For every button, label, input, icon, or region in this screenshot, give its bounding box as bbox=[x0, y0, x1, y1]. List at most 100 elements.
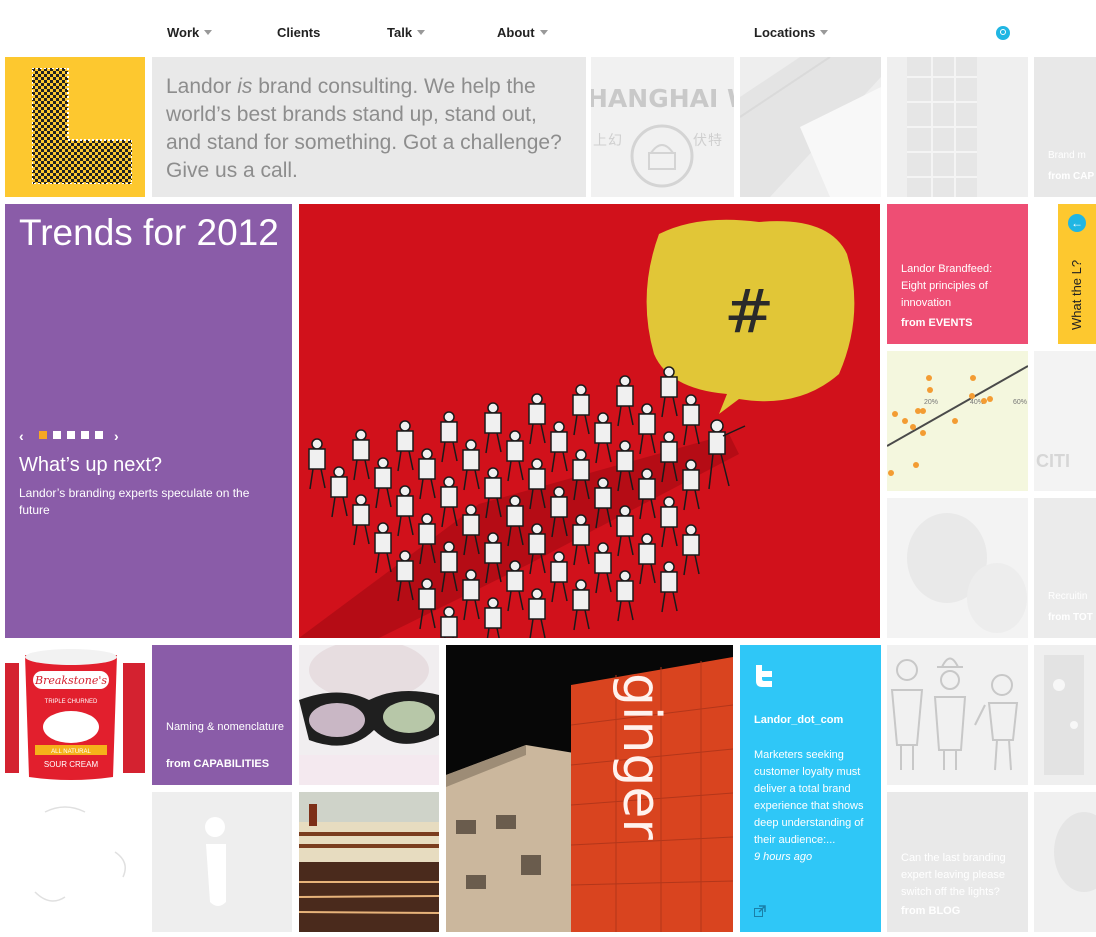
tick-label-20: 20% bbox=[924, 399, 938, 406]
monkey-photo-tile[interactable] bbox=[887, 498, 1028, 638]
bottle-sketch bbox=[34, 806, 126, 902]
monkey-photo bbox=[907, 513, 1027, 633]
landor-l-logo-icon bbox=[32, 68, 132, 184]
sour-cream-product-image: Breakstone's TRIPLE CHURNED ALL NATURAL … bbox=[5, 649, 145, 780]
nav-about[interactable]: About bbox=[497, 25, 548, 40]
chevron-down-icon bbox=[204, 30, 213, 35]
nav-clients[interactable]: Clients bbox=[277, 25, 320, 40]
shanghai-seal-icon bbox=[630, 124, 694, 188]
architecture-photo bbox=[740, 57, 881, 197]
shanghai-cn-right: 伏特 bbox=[693, 132, 723, 148]
far-tile-brand[interactable]: Brand m from CAP bbox=[1034, 57, 1096, 197]
breakstones-brand: Breakstone's bbox=[34, 674, 107, 687]
citi-tile[interactable]: CITI bbox=[1034, 351, 1096, 491]
hero-illustration[interactable]: # bbox=[299, 204, 880, 638]
boat-photo-tile[interactable] bbox=[299, 792, 439, 932]
what-the-l-label: What the L? bbox=[1069, 259, 1084, 330]
bottle-sketch-tile[interactable] bbox=[5, 792, 145, 932]
trends-heading: What’s up next? bbox=[19, 454, 163, 476]
boat-photo bbox=[299, 792, 439, 932]
naming-title: Naming & nomenclature bbox=[166, 721, 285, 733]
intro-tile: Landor is brand consulting. We help the … bbox=[152, 57, 586, 197]
info-i-tile[interactable] bbox=[152, 792, 292, 932]
arrow-left-icon: ← bbox=[1068, 214, 1086, 232]
event-title: Landor Brandfeed: Eight principles of in… bbox=[901, 263, 993, 309]
letter-i-icon bbox=[205, 817, 226, 906]
all-natural-label: ALL NATURAL bbox=[51, 749, 91, 755]
pager-dot-4[interactable] bbox=[81, 431, 89, 439]
landor-logo[interactable] bbox=[5, 57, 145, 197]
intro-text: Landor is brand consulting. We help the … bbox=[166, 73, 576, 185]
building-photo bbox=[907, 57, 977, 197]
far-tile-people[interactable] bbox=[1034, 645, 1096, 785]
shanghai-wordmark: HANGHAI WHIT bbox=[591, 84, 734, 113]
nav-locations-label: Locations bbox=[754, 25, 816, 40]
figures-illustration bbox=[890, 657, 1019, 771]
sour-cream-tile[interactable]: Breakstone's TRIPLE CHURNED ALL NATURAL … bbox=[5, 645, 145, 785]
scatter-chart-tile[interactable]: 20% 40% 60% bbox=[887, 351, 1028, 491]
crowd-figure bbox=[440, 606, 458, 638]
twitter-handle[interactable]: Landor_dot_com bbox=[754, 714, 843, 726]
intro-text-start: Landor bbox=[166, 75, 238, 98]
glasses-illustration bbox=[299, 645, 439, 785]
event-tile[interactable]: Landor Brandfeed: Eight principles of in… bbox=[887, 204, 1028, 344]
search-icon[interactable] bbox=[996, 26, 1010, 40]
twitter-tile[interactable]: Landor_dot_com Marketers seeking custome… bbox=[740, 645, 881, 932]
recruiting-source: from TOT bbox=[1048, 612, 1093, 623]
chevron-down-icon bbox=[539, 30, 548, 35]
scatter-chart: 20% 40% 60% bbox=[887, 365, 1028, 476]
hero-crowd-illustration: # bbox=[299, 204, 880, 638]
building-photo-tile[interactable] bbox=[887, 57, 1028, 197]
tweet-text: Marketers seeking customer loyalty must … bbox=[754, 749, 864, 846]
nav-locations[interactable]: Locations bbox=[754, 25, 829, 40]
chevron-down-icon bbox=[417, 30, 426, 35]
far-tile-brand-from: from CAP bbox=[1048, 171, 1095, 182]
blog-tile[interactable]: Can the last branding expert leaving ple… bbox=[887, 792, 1028, 932]
shanghai-cn-left: 上幻 bbox=[593, 132, 623, 148]
nav-about-label: About bbox=[497, 25, 535, 40]
nav-talk-label: Talk bbox=[387, 25, 413, 40]
blog-title: Can the last branding expert leaving ple… bbox=[901, 852, 1006, 898]
architecture-photo-tile[interactable] bbox=[740, 57, 881, 197]
external-link-icon[interactable] bbox=[754, 905, 766, 917]
recruiting-tile[interactable]: Recruitin from TOT bbox=[1034, 498, 1096, 638]
intro-text-emph: is bbox=[237, 75, 253, 98]
top-nav: Work Clients Talk About Locations bbox=[0, 0, 1096, 56]
chevron-right-icon[interactable]: › bbox=[114, 428, 119, 444]
pager-dot-5[interactable] bbox=[95, 431, 103, 439]
event-source: from EVENTS bbox=[901, 317, 973, 329]
chevron-down-icon bbox=[820, 30, 829, 35]
blog-source: from BLOG bbox=[901, 905, 961, 917]
scatter-points bbox=[888, 375, 993, 476]
tweet-timestamp: 9 hours ago bbox=[754, 851, 813, 863]
citi-wordmark: CITI bbox=[1036, 451, 1070, 471]
nav-work[interactable]: Work bbox=[167, 25, 213, 40]
far-tile-portrait-photo bbox=[1054, 812, 1096, 892]
nav-talk[interactable]: Talk bbox=[387, 25, 426, 40]
pager-dot-3[interactable] bbox=[67, 431, 75, 439]
trends-description: Landor’s branding experts speculate on t… bbox=[19, 486, 250, 517]
recruiting-text: Recruitin bbox=[1048, 591, 1088, 602]
trends-feature-tile[interactable]: Trends for 2012 ‹ › What’s up next? Land… bbox=[5, 204, 292, 638]
ginger-hotel-photo-tile[interactable]: ginger bbox=[446, 645, 733, 932]
sour-cream-label: SOUR CREAM bbox=[44, 760, 99, 769]
chevron-left-icon[interactable]: ‹ bbox=[19, 428, 24, 444]
shanghai-white-tile[interactable]: HANGHAI WHIT 上幻 伏特 bbox=[591, 57, 734, 197]
nav-work-label: Work bbox=[167, 25, 200, 40]
far-tile-portrait[interactable] bbox=[1034, 792, 1096, 932]
what-the-l-tab[interactable]: ← What the L? bbox=[1058, 204, 1096, 344]
trends-title: Trends for 2012 bbox=[19, 212, 279, 253]
glasses-illustration-tile[interactable] bbox=[299, 645, 439, 785]
naming-tile[interactable]: Naming & nomenclature from CAPABILITIES bbox=[152, 645, 292, 785]
triple-churned-label: TRIPLE CHURNED bbox=[45, 699, 98, 705]
ginger-sign: ginger bbox=[611, 673, 671, 840]
tweet-body: Marketers seeking customer loyalty must … bbox=[754, 747, 874, 866]
far-tile-brand-text: Brand m bbox=[1048, 150, 1086, 161]
naming-source: from CAPABILITIES bbox=[166, 758, 270, 770]
tick-label-60: 60% bbox=[1013, 399, 1027, 406]
far-tile-people-photo bbox=[1044, 655, 1084, 775]
pager-dot-active[interactable] bbox=[39, 431, 47, 439]
figures-illustration-tile[interactable] bbox=[887, 645, 1028, 785]
pager-dot-2[interactable] bbox=[53, 431, 61, 439]
twitter-bird-icon bbox=[756, 665, 772, 687]
